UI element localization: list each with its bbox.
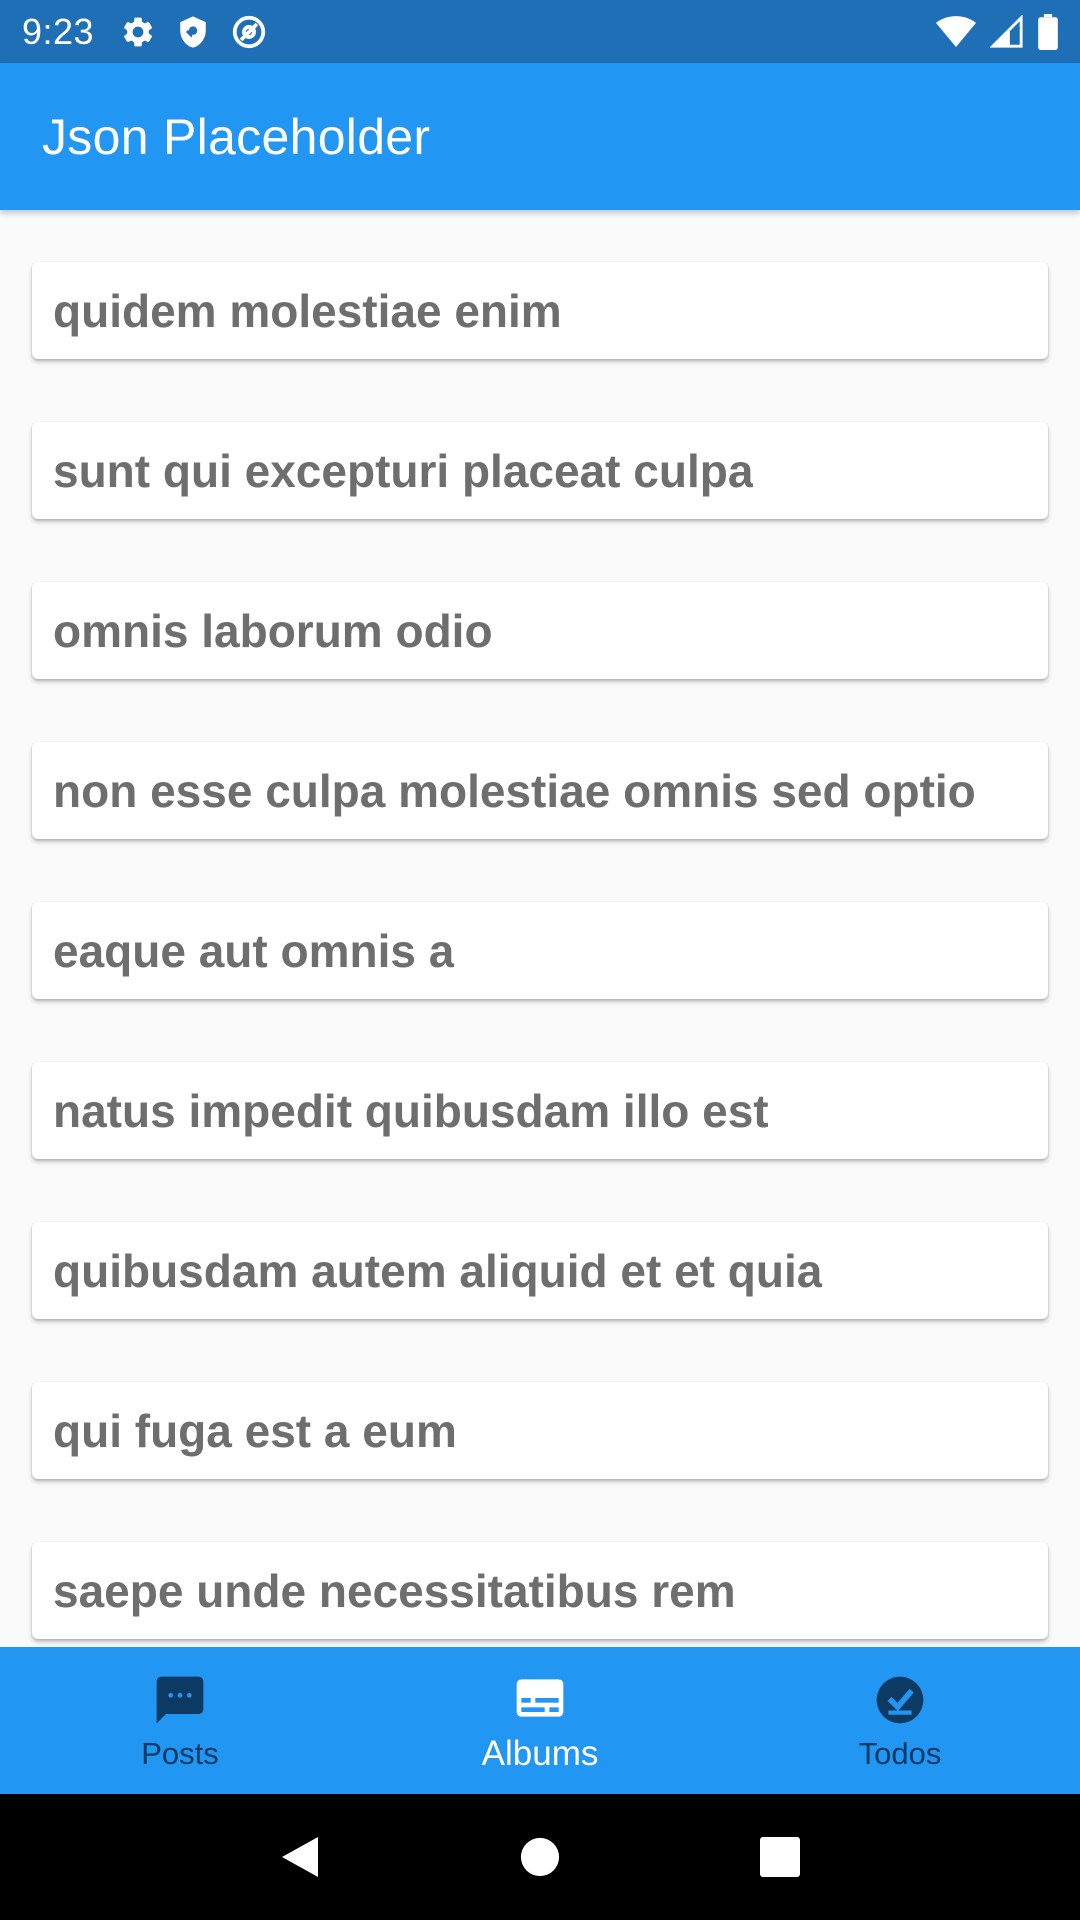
page-title: Json Placeholder [42,108,431,165]
album-card[interactable]: natus impedit quibusdam illo est [32,1062,1048,1159]
status-left-icons [120,13,268,51]
shield-icon [176,14,210,50]
battery-icon [1038,13,1058,50]
signal-icon [990,14,1024,49]
album-card[interactable]: quidem molestiae enim [32,262,1048,359]
wifi-icon [936,15,976,49]
recents-icon[interactable] [750,1827,810,1887]
nav-label-todos: Todos [858,1735,942,1771]
album-card[interactable]: qui fuga est a eum [32,1382,1048,1479]
album-card[interactable]: quibusdam autem aliquid et et quia [32,1222,1048,1319]
album-title: omnis laborum odio [53,604,493,657]
screen: 9:23 Json Placeholder quidem molestiae e… [0,0,1080,1920]
album-title: quibusdam autem aliquid et et quia [53,1244,823,1297]
at-sign-icon [230,13,268,51]
gear-icon [120,14,156,50]
album-title: quidem molestiae enim [53,284,562,337]
album-card[interactable]: eaque aut omnis a [32,902,1048,999]
album-list: quidem molestiae enim sunt qui excepturi … [0,210,1080,1639]
album-title: sunt qui excepturi placeat culpa [53,444,754,497]
subtitles-icon [510,1668,570,1728]
status-bar: 9:23 [0,0,1080,63]
nav-label-albums: Albums [481,1733,599,1773]
album-title: non esse culpa molestiae omnis sed optio [53,764,976,817]
album-card[interactable]: saepe unde necessitatibus rem [32,1542,1048,1639]
album-list-container[interactable]: quidem molestiae enim sunt qui excepturi … [0,210,1080,1647]
album-card[interactable]: sunt qui excepturi placeat culpa [32,422,1048,519]
album-title: saepe unde necessitatibus rem [53,1564,736,1617]
app-bar: Json Placeholder [0,63,1080,210]
status-time: 9:23 [22,10,95,52]
album-title: eaque aut omnis a [53,924,455,977]
album-card[interactable]: omnis laborum odio [32,582,1048,679]
nav-label-posts: Posts [141,1735,219,1771]
album-title: qui fuga est a eum [53,1404,457,1457]
album-title: natus impedit quibusdam illo est [53,1084,769,1137]
check-circle-icon [870,1670,930,1730]
album-card[interactable]: non esse culpa molestiae omnis sed optio [32,742,1048,839]
back-icon[interactable] [270,1827,330,1887]
bottom-navigation: Posts Albums Todos [0,1647,1080,1794]
nav-item-todos[interactable]: Todos [720,1647,1080,1794]
system-navigation-bar [0,1794,1080,1920]
chat-bubble-icon [150,1670,210,1730]
home-icon[interactable] [510,1827,570,1887]
nav-item-albums[interactable]: Albums [360,1647,720,1794]
status-right-icons [936,13,1058,50]
nav-item-posts[interactable]: Posts [0,1647,360,1794]
